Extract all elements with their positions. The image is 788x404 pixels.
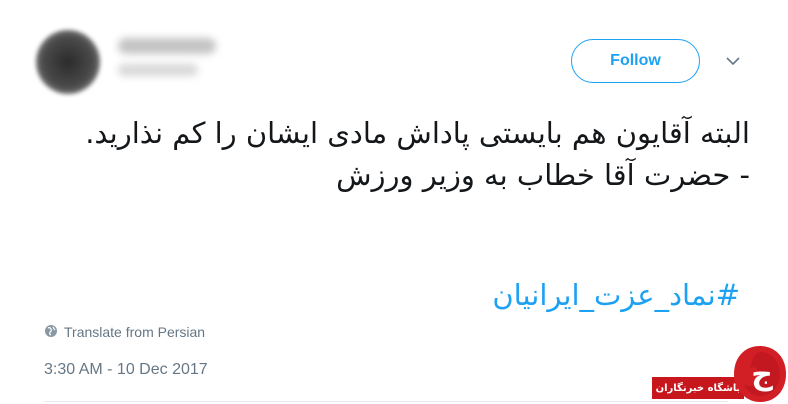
tweet-timestamp[interactable]: 3:30 AM - 10 Dec 2017 xyxy=(44,361,208,379)
translate-label: Translate from Persian xyxy=(64,324,206,340)
user-display-name-blurred[interactable] xyxy=(118,38,216,54)
globe-icon xyxy=(44,324,58,341)
divider xyxy=(44,401,728,402)
hashtag-link[interactable]: #نماد_عزت_ایرانیان xyxy=(60,274,740,316)
translate-link[interactable]: Translate from Persian xyxy=(44,322,205,342)
avatar[interactable] xyxy=(36,30,100,94)
follow-button[interactable]: Follow xyxy=(571,39,700,83)
user-handle-blurred[interactable] xyxy=(118,64,198,76)
news-agency-watermark: باشگاه خبرنگاران ج xyxy=(652,344,788,404)
watermark-label: باشگاه خبرنگاران xyxy=(652,377,744,399)
watermark-logo: ج xyxy=(734,346,786,402)
chevron-down-icon[interactable] xyxy=(723,54,743,68)
svg-text:ج: ج xyxy=(751,357,773,392)
tweet-text: البته آقایون هم بایستی پاداش مادی ایشان … xyxy=(85,116,750,192)
